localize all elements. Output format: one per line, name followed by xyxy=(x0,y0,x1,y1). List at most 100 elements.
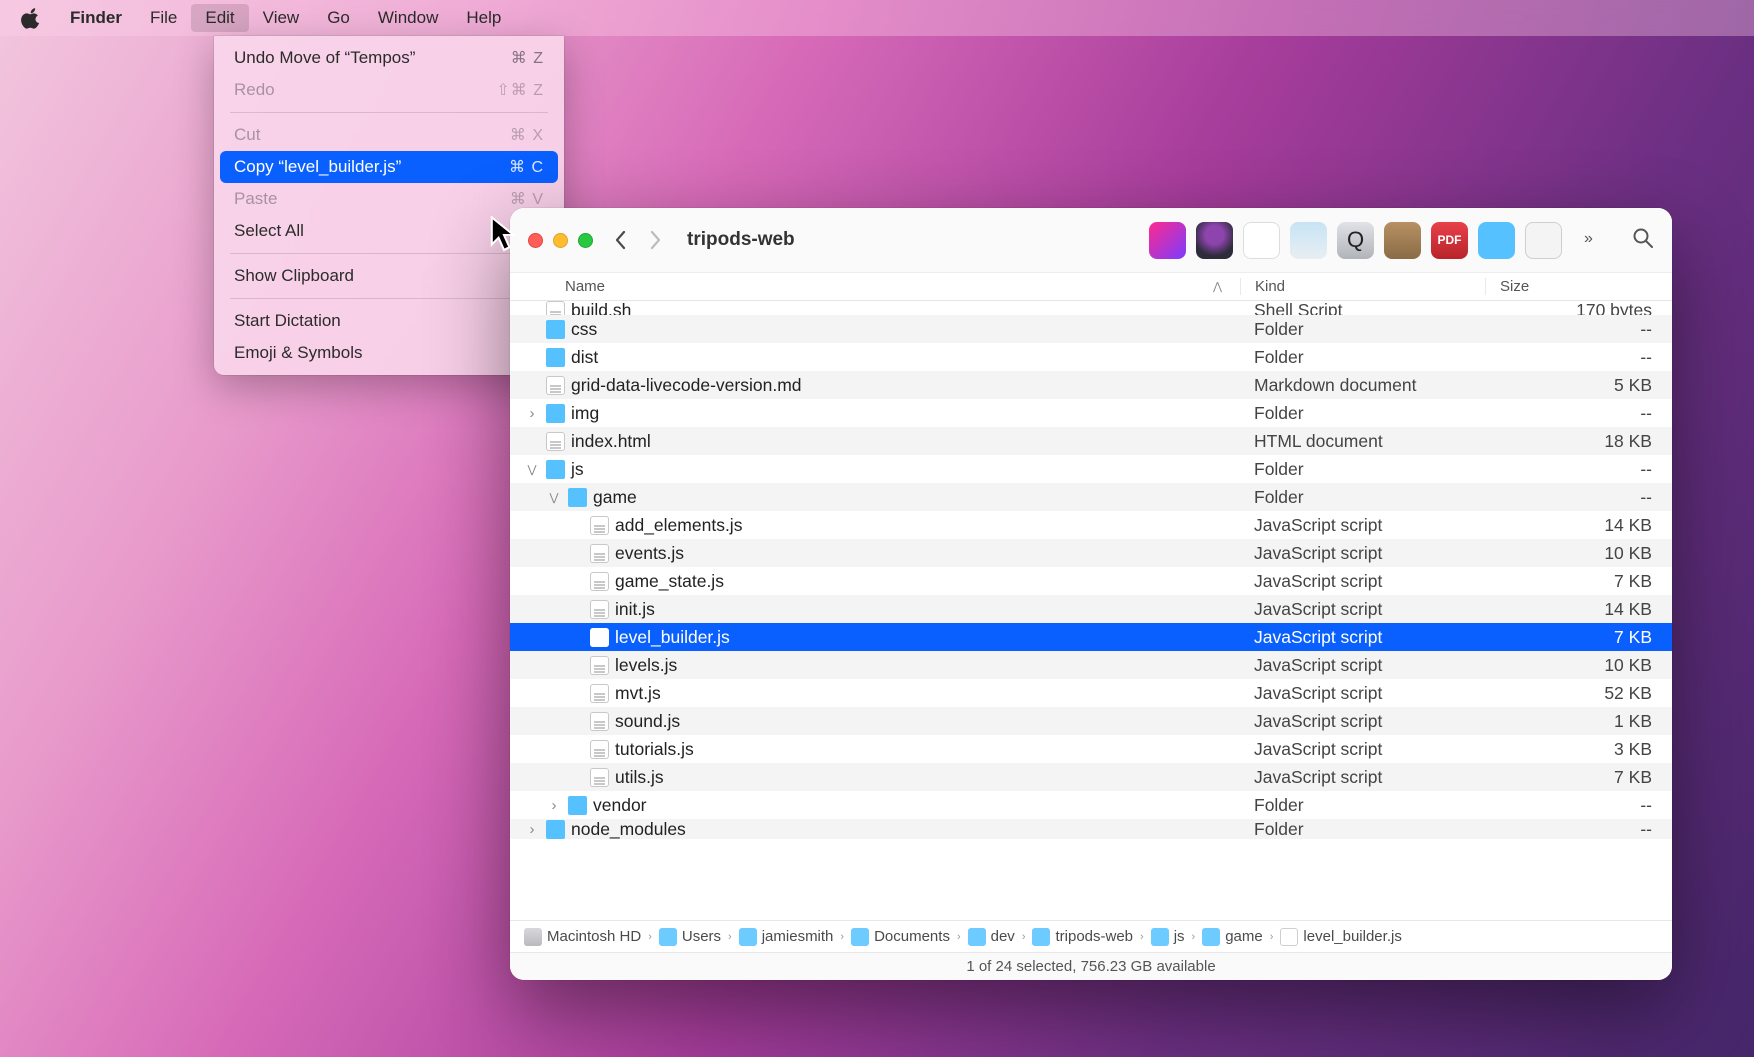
disclosure-triangle-icon[interactable]: ⋁ xyxy=(546,491,562,504)
menu-help[interactable]: Help xyxy=(452,4,515,32)
app-icon[interactable] xyxy=(1196,222,1233,259)
file-row[interactable]: ⋁gameFolder-- xyxy=(510,483,1672,511)
disclosure-triangle-icon[interactable]: › xyxy=(524,821,540,838)
file-row[interactable]: index.htmlHTML document18 KB xyxy=(510,427,1672,455)
path-crumb[interactable]: level_builder.js xyxy=(1280,928,1401,946)
disclosure-triangle-icon[interactable]: ⋁ xyxy=(524,463,540,476)
path-crumb[interactable]: js xyxy=(1151,928,1185,946)
file-row[interactable]: ›node_modulesFolder-- xyxy=(510,819,1672,839)
path-crumb[interactable]: Documents xyxy=(851,928,950,946)
toolbar-app-icons: Q PDF xyxy=(1149,222,1562,259)
file-kind: Folder xyxy=(1240,319,1485,340)
zoom-window-button[interactable] xyxy=(578,233,593,248)
chevron-right-icon: › xyxy=(840,931,844,943)
disclosure-triangle-icon[interactable]: › xyxy=(546,797,562,814)
file-row[interactable]: level_builder.jsJavaScript script7 KB xyxy=(510,623,1672,651)
document-icon xyxy=(1280,928,1298,946)
menu-edit[interactable]: Edit xyxy=(191,4,248,32)
menu-emoji-symbols[interactable]: Emoji & Symbols🌐 xyxy=(220,337,558,369)
column-header-kind[interactable]: Kind xyxy=(1240,278,1485,295)
file-row[interactable]: grid-data-livecode-version.mdMarkdown do… xyxy=(510,371,1672,399)
file-kind: Folder xyxy=(1240,347,1485,368)
menu-view[interactable]: View xyxy=(249,4,314,32)
path-crumb[interactable]: Macintosh HD xyxy=(524,928,641,946)
path-crumb[interactable]: tripods-web xyxy=(1032,928,1133,946)
menu-show-clipboard[interactable]: Show Clipboard xyxy=(220,260,558,292)
folder-icon xyxy=(659,928,677,946)
menu-go[interactable]: Go xyxy=(313,4,364,32)
file-row[interactable]: ›vendorFolder-- xyxy=(510,791,1672,819)
crumb-label: game xyxy=(1225,928,1263,945)
file-list[interactable]: build.shShell Script170 bytescssFolder--… xyxy=(510,301,1672,920)
menu-undo[interactable]: Undo Move of “Tempos”⌘ Z xyxy=(220,42,558,74)
file-kind: HTML document xyxy=(1240,431,1485,452)
quicktime-icon[interactable]: Q xyxy=(1337,222,1374,259)
chevron-right-icon: › xyxy=(1192,931,1196,943)
app-icon[interactable] xyxy=(1243,222,1280,259)
file-kind: JavaScript script xyxy=(1240,683,1485,704)
path-crumb[interactable]: dev xyxy=(968,928,1015,946)
file-kind: JavaScript script xyxy=(1240,543,1485,564)
file-row[interactable]: sound.jsJavaScript script1 KB xyxy=(510,707,1672,735)
file-size: 10 KB xyxy=(1485,543,1672,564)
file-row[interactable]: utils.jsJavaScript script7 KB xyxy=(510,763,1672,791)
app-icon[interactable] xyxy=(1384,222,1421,259)
file-name: add_elements.js xyxy=(615,515,742,536)
path-crumb[interactable]: game xyxy=(1202,928,1263,946)
document-icon xyxy=(590,684,609,703)
menu-copy[interactable]: Copy “level_builder.js”⌘ C xyxy=(220,151,558,183)
file-size: 5 KB xyxy=(1485,375,1672,396)
file-row[interactable]: events.jsJavaScript script10 KB xyxy=(510,539,1672,567)
folder-icon xyxy=(1032,928,1050,946)
path-crumb[interactable]: Users xyxy=(659,928,721,946)
menubar-app-name[interactable]: Finder xyxy=(56,4,136,32)
folder-icon xyxy=(568,488,587,507)
file-row[interactable]: ⋁jsFolder-- xyxy=(510,455,1672,483)
menu-select-all[interactable]: Select All⌘ A xyxy=(220,215,558,247)
file-size: -- xyxy=(1485,403,1672,424)
search-icon[interactable] xyxy=(1632,227,1654,254)
disclosure-triangle-icon[interactable]: › xyxy=(524,405,540,422)
app-icon[interactable] xyxy=(1149,222,1186,259)
file-row[interactable]: add_elements.jsJavaScript script14 KB xyxy=(510,511,1672,539)
file-row[interactable]: build.shShell Script170 bytes xyxy=(510,301,1672,315)
path-crumb[interactable]: jamiesmith xyxy=(739,928,834,946)
forward-button[interactable] xyxy=(643,228,667,252)
shortcut: ⌘ Z xyxy=(511,48,544,68)
folder-icon[interactable] xyxy=(1478,222,1515,259)
shortcut: ⇧⌘ Z xyxy=(496,80,544,100)
file-row[interactable]: init.jsJavaScript script14 KB xyxy=(510,595,1672,623)
apple-logo-icon[interactable] xyxy=(20,7,42,29)
menu-cut: Cut⌘ X xyxy=(220,119,558,151)
file-kind: JavaScript script xyxy=(1240,655,1485,676)
file-size: -- xyxy=(1485,819,1672,839)
file-row[interactable]: tutorials.jsJavaScript script3 KB xyxy=(510,735,1672,763)
minimize-window-button[interactable] xyxy=(553,233,568,248)
column-header-name[interactable]: Name⋀ xyxy=(510,278,1240,295)
file-row[interactable]: mvt.jsJavaScript script52 KB xyxy=(510,679,1672,707)
app-icon[interactable] xyxy=(1290,222,1327,259)
file-name: utils.js xyxy=(615,767,664,788)
shortcut: ⌘ X xyxy=(510,125,544,145)
shortcut: ⌘ V xyxy=(510,189,544,209)
file-row[interactable]: cssFolder-- xyxy=(510,315,1672,343)
menu-start-dictation[interactable]: Start Dictation🎙 xyxy=(220,305,558,337)
file-row[interactable]: distFolder-- xyxy=(510,343,1672,371)
document-icon xyxy=(590,572,609,591)
file-row[interactable]: levels.jsJavaScript script10 KB xyxy=(510,651,1672,679)
app-icon[interactable] xyxy=(1525,222,1562,259)
path-bar: Macintosh HD›Users›jamiesmith›Documents›… xyxy=(510,920,1672,952)
menu-file[interactable]: File xyxy=(136,4,191,32)
crumb-label: Documents xyxy=(874,928,950,945)
close-window-button[interactable] xyxy=(528,233,543,248)
file-row[interactable]: ›imgFolder-- xyxy=(510,399,1672,427)
back-button[interactable] xyxy=(609,228,633,252)
document-icon xyxy=(546,301,565,315)
file-row[interactable]: game_state.jsJavaScript script7 KB xyxy=(510,567,1672,595)
menu-window[interactable]: Window xyxy=(364,4,452,32)
file-name: sound.js xyxy=(615,711,680,732)
more-toolbar-button[interactable]: » xyxy=(1584,231,1608,250)
file-name: game_state.js xyxy=(615,571,724,592)
pdf-icon[interactable]: PDF xyxy=(1431,222,1468,259)
column-header-size[interactable]: Size xyxy=(1485,278,1672,295)
